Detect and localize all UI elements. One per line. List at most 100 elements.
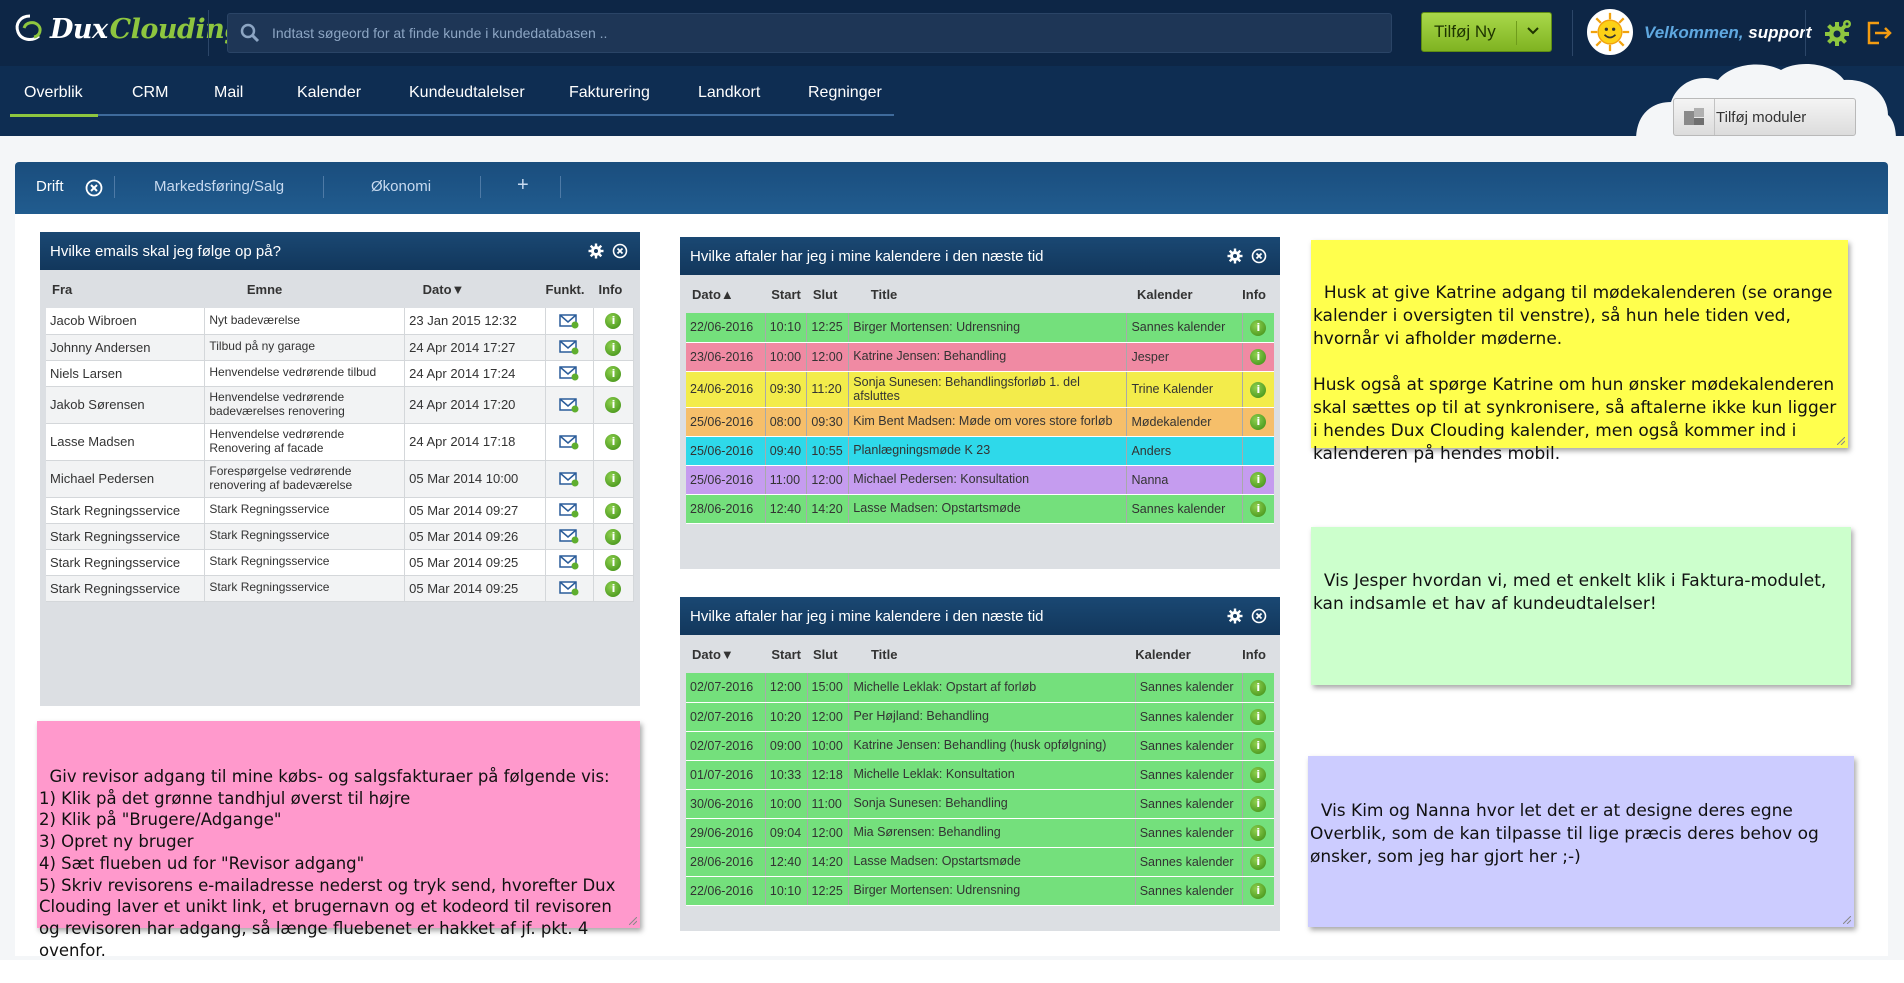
appointment-info[interactable]: i [1242, 789, 1274, 819]
info-icon[interactable]: i [605, 502, 622, 519]
table-row[interactable]: Jacob Wibroen Nyt badeværelse 23 Jan 2015 … [46, 308, 635, 335]
search-input[interactable] [272, 25, 1272, 41]
email-info[interactable]: i [593, 334, 635, 361]
info-icon[interactable]: i [1250, 349, 1267, 365]
info-icon[interactable]: i [1250, 501, 1267, 517]
col-header-title[interactable]: Title [849, 635, 1135, 673]
appointment-info[interactable]: i [1242, 313, 1274, 343]
mail-icon[interactable] [559, 339, 579, 355]
appointment-row[interactable]: 25/06-2016 08:00 09:30 Kim Bent Madsen: Mød… [686, 407, 1274, 437]
info-icon[interactable]: i [605, 580, 622, 597]
col-header-kalender[interactable]: Kalender [1127, 275, 1242, 313]
email-info[interactable]: i [593, 460, 635, 498]
appointment-row[interactable]: 25/06-2016 09:40 10:55 Planlægningsmøde K 2… [686, 436, 1274, 466]
table-row[interactable]: Jakob Sørensen Henvendelse vedrørende bad… [46, 386, 635, 424]
info-icon[interactable]: i [605, 434, 622, 450]
info-icon[interactable]: i [605, 471, 622, 487]
close-circle-icon[interactable] [1251, 608, 1267, 624]
mail-icon[interactable] [559, 502, 579, 518]
email-info[interactable]: i [593, 386, 635, 424]
sticky-note-yellow[interactable]: Husk at give Katrine adgang til mødekale… [1311, 240, 1848, 464]
mail-icon[interactable] [559, 365, 579, 381]
appointment-row[interactable]: 23/06-2016 10:00 12:00 Katrine Jensen: Beha… [686, 342, 1274, 372]
col-header-start[interactable]: Start [765, 635, 807, 673]
col-header-dato[interactable]: Dato▲ [686, 275, 765, 313]
col-header-slut[interactable]: Slut [807, 635, 849, 673]
info-icon[interactable]: i [605, 339, 622, 356]
info-icon[interactable]: i [1250, 767, 1267, 783]
email-info[interactable]: i [593, 549, 635, 576]
email-action[interactable] [545, 386, 594, 424]
info-icon[interactable]: i [1250, 825, 1267, 841]
info-icon[interactable]: i [1250, 414, 1267, 430]
add-new-dropdown[interactable]: Tilføj Ny [1421, 12, 1552, 52]
resize-grip-icon[interactable] [1843, 916, 1851, 924]
info-icon[interactable]: i [1250, 679, 1267, 696]
info-icon[interactable]: i [605, 397, 622, 413]
appointment-row[interactable]: 02/07-2016 12:00 15:00 Michelle Leklak: Ops… [686, 673, 1274, 703]
subtab-okonomi[interactable]: Økonomi [371, 178, 431, 195]
appointment-row[interactable]: 22/06-2016 10:10 12:25 Birger Mortensen: Ud… [686, 313, 1274, 343]
email-action[interactable] [545, 423, 594, 461]
gear-icon[interactable] [1227, 608, 1243, 624]
info-icon[interactable]: i [1250, 319, 1267, 336]
appointment-info[interactable]: i [1242, 371, 1274, 408]
appointment-info[interactable]: i [1242, 876, 1274, 906]
table-row[interactable]: Johnny Andersen Tilbud på ny garage 24 Apr… [46, 334, 635, 361]
logout-icon[interactable] [1864, 18, 1894, 48]
mail-icon[interactable] [559, 397, 579, 413]
info-icon[interactable]: i [1250, 381, 1267, 398]
info-icon[interactable]: i [1250, 883, 1267, 899]
close-circle-icon[interactable] [85, 179, 103, 197]
mail-icon[interactable] [559, 580, 579, 596]
gear-icon[interactable] [1824, 17, 1854, 47]
nav-tab-overblik[interactable]: Overblik [24, 84, 132, 116]
col-header-start[interactable]: Start [765, 275, 807, 313]
appointment-info[interactable] [1242, 436, 1274, 466]
appointment-info[interactable]: i [1242, 465, 1274, 495]
sticky-note-pink[interactable]: Giv revisor adgang til mine købs- og sal… [37, 721, 640, 960]
appointment-info[interactable]: i [1242, 407, 1274, 437]
col-header-fra[interactable]: Fra [46, 270, 205, 308]
appointment-row[interactable]: 28/06-2016 12:40 14:20 Lasse Madsen: Opstar… [686, 494, 1274, 524]
appointment-info[interactable]: i [1242, 760, 1274, 790]
appointment-row[interactable]: 01/07-2016 10:33 12:18 Michelle Leklak: Kon… [686, 760, 1274, 790]
col-header-slut[interactable]: Slut [807, 275, 849, 313]
appointment-info[interactable]: i [1242, 731, 1274, 761]
nav-tab-kundeudtalelser[interactable]: Kundeudtalelser [409, 84, 569, 116]
table-row[interactable]: Lasse Madsen Henvendelse vedrørende Renov… [46, 423, 635, 461]
info-icon[interactable]: i [605, 313, 622, 330]
col-header-dato[interactable]: Dato▼ [405, 270, 546, 308]
appointment-row[interactable]: 28/06-2016 12:40 14:20 Lasse Madsen: Opstar… [686, 847, 1274, 877]
appointment-row[interactable]: 30/06-2016 10:00 11:00 Sonja Sunesen: Behan… [686, 789, 1274, 819]
col-header-emne[interactable]: Emne [205, 270, 405, 308]
add-modules-button[interactable]: Tilføj moduler [1673, 98, 1856, 136]
email-action[interactable] [545, 360, 594, 387]
info-icon[interactable]: i [1250, 709, 1267, 725]
nav-tab-crm[interactable]: CRM [132, 84, 214, 116]
info-icon[interactable]: i [1250, 472, 1267, 488]
table-row[interactable]: Niels Larsen Henvendelse vedrørende tilbu… [46, 360, 635, 387]
appointment-row[interactable]: 02/07-2016 10:20 12:00 Per Højland: Behandl… [686, 702, 1274, 732]
appointment-info[interactable]: i [1242, 818, 1274, 848]
subtab-drift[interactable]: Drift [36, 178, 64, 195]
col-header-dato[interactable]: Dato▼ [686, 635, 765, 673]
email-info[interactable]: i [593, 497, 635, 524]
resize-grip-icon[interactable] [629, 917, 637, 925]
close-circle-icon[interactable] [612, 243, 628, 259]
table-row[interactable]: Michael Pedersen Forespørgelse vedrørende… [46, 460, 635, 498]
email-info[interactable]: i [593, 575, 635, 602]
table-row[interactable]: Stark Regningsservice Stark Regningsservi… [46, 575, 635, 602]
info-icon[interactable]: i [1250, 854, 1267, 870]
col-header-kalender[interactable]: Kalender [1135, 635, 1242, 673]
email-action[interactable] [545, 497, 594, 524]
table-row[interactable]: Stark Regningsservice Stark Regningsservi… [46, 549, 635, 576]
info-icon[interactable]: i [1250, 738, 1267, 754]
sticky-note-green[interactable]: Vis Jesper hvordan vi, med et enkelt kli… [1311, 527, 1851, 685]
resize-grip-icon[interactable] [1837, 437, 1845, 445]
info-icon[interactable]: i [605, 554, 622, 571]
email-action[interactable] [545, 308, 594, 335]
table-row[interactable]: Stark Regningsservice Stark Regningsservi… [46, 523, 635, 550]
email-action[interactable] [545, 523, 594, 550]
appointment-row[interactable]: 29/06-2016 09:04 12:00 Mia Sørensen: Behand… [686, 818, 1274, 848]
